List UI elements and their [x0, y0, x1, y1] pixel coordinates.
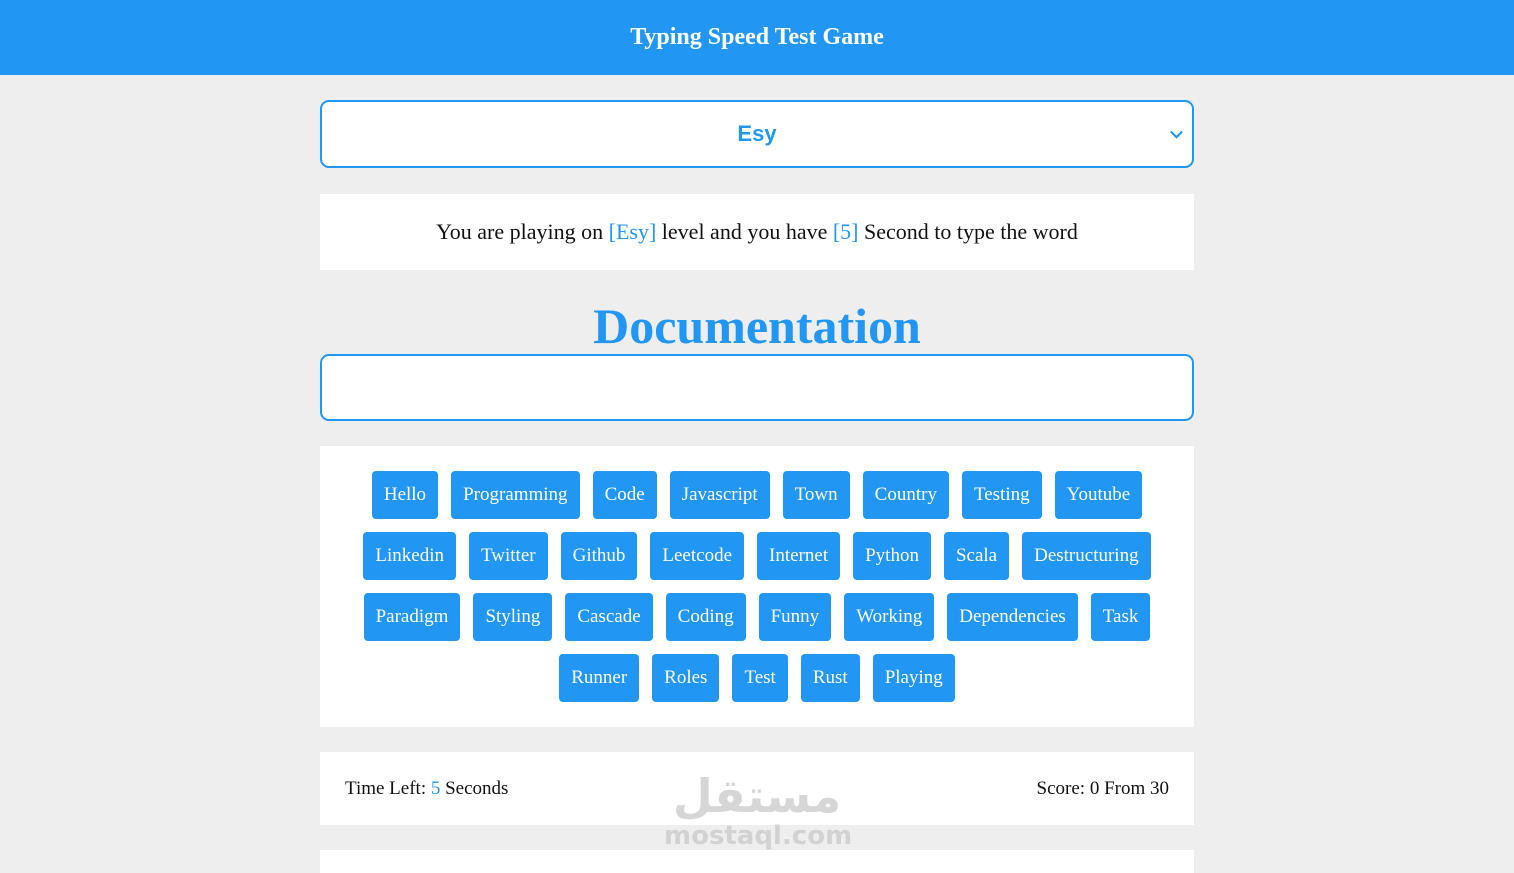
- upcoming-word-chip: Working: [844, 593, 935, 641]
- upcoming-word-chip: Destructuring: [1022, 532, 1151, 580]
- upcoming-word-chip: Code: [592, 471, 657, 519]
- upcoming-word-chip: Hello: [371, 471, 439, 519]
- current-word: Documentation: [593, 298, 921, 354]
- message-suffix: Second to type the word: [864, 219, 1078, 244]
- upcoming-word-chip: Programming: [451, 471, 580, 519]
- upcoming-word-chip: Country: [862, 471, 949, 519]
- upcoming-word-chip: Test: [732, 654, 788, 702]
- time-label: Time Left:: [345, 777, 427, 799]
- level-select-value: Esy: [737, 121, 777, 146]
- upcoming-word-chip: Coding: [665, 593, 746, 641]
- score-label: Score:: [1036, 777, 1086, 799]
- level-message: You are playing on [Esy] level and you h…: [320, 194, 1194, 270]
- score-value: 0: [1089, 777, 1100, 799]
- time-value: 5: [430, 777, 441, 799]
- upcoming-word-chip: Javascript: [669, 471, 770, 519]
- score-total: 30: [1150, 777, 1169, 799]
- upcoming-word-chip: Styling: [473, 593, 553, 641]
- message-middle: level and you have: [661, 219, 828, 244]
- upcoming-word-chip: Roles: [652, 654, 720, 702]
- upcoming-word-chip: Dependencies: [947, 593, 1078, 641]
- upcoming-word-chip: Town: [782, 471, 850, 519]
- time-left: Time Left: 5 Seconds: [345, 778, 508, 800]
- upcoming-word-chip: Task: [1090, 593, 1151, 641]
- upcoming-word-chip: Runner: [559, 654, 640, 702]
- page-title: Typing Speed Test Game: [630, 24, 884, 50]
- message-level: [Esy]: [608, 219, 657, 244]
- upcoming-word-chip: Paradigm: [363, 593, 461, 641]
- upcoming-word-chip: Github: [560, 532, 638, 580]
- upcoming-word-chip: Youtube: [1054, 471, 1143, 519]
- upcoming-word-chip: Funny: [758, 593, 832, 641]
- app-header: Typing Speed Test Game: [0, 0, 1514, 75]
- typing-input[interactable]: [320, 354, 1194, 421]
- message-seconds: [5]: [832, 219, 859, 244]
- level-select[interactable]: Esy: [320, 100, 1194, 168]
- message-prefix: You are playing on: [436, 219, 604, 244]
- score: Score: 0 From 30: [1037, 778, 1169, 800]
- upcoming-word-chip: Leetcode: [650, 532, 745, 580]
- upcoming-word-chip: Cascade: [565, 593, 653, 641]
- upcoming-word-chip: Python: [853, 532, 931, 580]
- upcoming-word-chip: Playing: [872, 654, 955, 702]
- finish-panel: [320, 850, 1194, 873]
- game-container: Esy You are playing on [Esy] level and y…: [320, 100, 1194, 873]
- upcoming-words: Hello Programming Code Javascript Town Countr…: [320, 446, 1194, 727]
- chevron-down-icon: [1170, 125, 1183, 139]
- upcoming-word-chip: Twitter: [469, 532, 548, 580]
- upcoming-word-chip: Internet: [757, 532, 841, 580]
- control-bar: Time Left: 5 Seconds Score: 0 From 30: [320, 752, 1194, 825]
- time-unit: Seconds: [445, 777, 509, 799]
- upcoming-word-chip: Testing: [961, 471, 1042, 519]
- upcoming-word-chip: Rust: [800, 654, 860, 702]
- score-from: From: [1104, 777, 1146, 799]
- upcoming-word-chip: Linkedin: [363, 532, 456, 580]
- upcoming-word-chip: Scala: [943, 532, 1010, 580]
